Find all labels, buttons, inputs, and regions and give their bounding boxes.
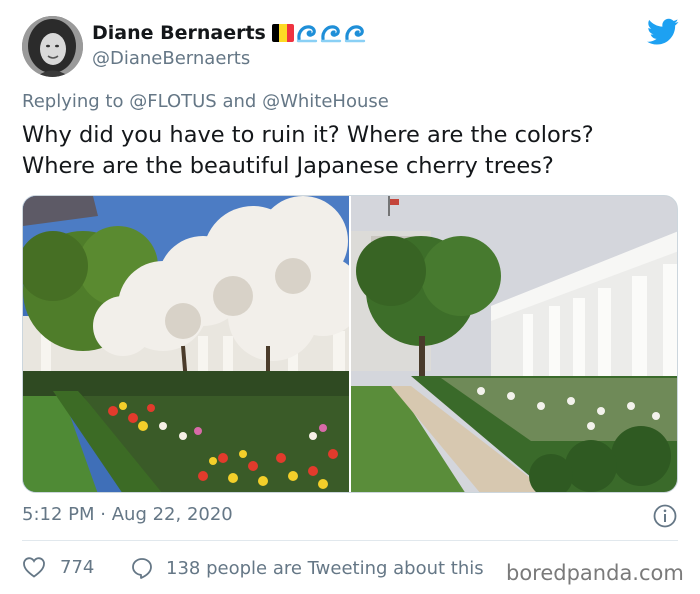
name-emojis — [271, 23, 366, 43]
heart-icon — [23, 557, 45, 578]
tweet-date[interactable]: Aug 22, 2020 — [112, 504, 233, 525]
avatar[interactable] — [22, 16, 83, 77]
wave-icon — [296, 25, 318, 43]
author-handle[interactable]: @DianeBernaerts — [92, 48, 250, 69]
reply-and: and — [222, 91, 257, 112]
meta-separator: · — [100, 504, 106, 525]
belgian-flag-icon — [271, 24, 294, 42]
tweet-media[interactable] — [22, 195, 678, 493]
divider — [22, 540, 678, 541]
tweet-line-1: Why did you have to ruin it? Where are t… — [22, 122, 594, 148]
reply-prefix: Replying to — [22, 91, 124, 112]
tweet-line-2: Where are the beautiful Japanese cherry … — [22, 153, 554, 179]
author-name-row[interactable]: Diane Bernaerts — [92, 22, 366, 44]
tweeting-about-link[interactable]: 138 people are Tweeting about this — [130, 556, 484, 580]
like-count: 774 — [60, 556, 95, 578]
tweet-text: Why did you have to ruin it? Where are t… — [22, 120, 682, 182]
wave-icon — [344, 25, 366, 43]
tweeting-about-text: 138 people are Tweeting about this — [166, 557, 484, 579]
speech-bubble-icon — [132, 558, 152, 579]
tweet-time[interactable]: 5:12 PM — [22, 504, 95, 525]
reply-context: Replying to @FLOTUS and @WhiteHouse — [22, 91, 389, 112]
info-icon[interactable] — [652, 503, 678, 529]
mention-flotus[interactable]: @FLOTUS — [129, 91, 217, 112]
watermark: boredpanda.com — [506, 561, 684, 585]
photo-before — [23, 196, 363, 492]
mention-whitehouse[interactable]: @WhiteHouse — [262, 91, 389, 112]
photo-after — [351, 196, 677, 492]
author-name[interactable]: Diane Bernaerts — [92, 22, 266, 44]
like-button[interactable]: 774 — [22, 556, 94, 578]
twitter-bird-icon[interactable] — [647, 18, 679, 46]
tweet-timestamp[interactable]: 5:12 PM · Aug 22, 2020 — [22, 504, 233, 525]
wave-icon — [320, 25, 342, 43]
